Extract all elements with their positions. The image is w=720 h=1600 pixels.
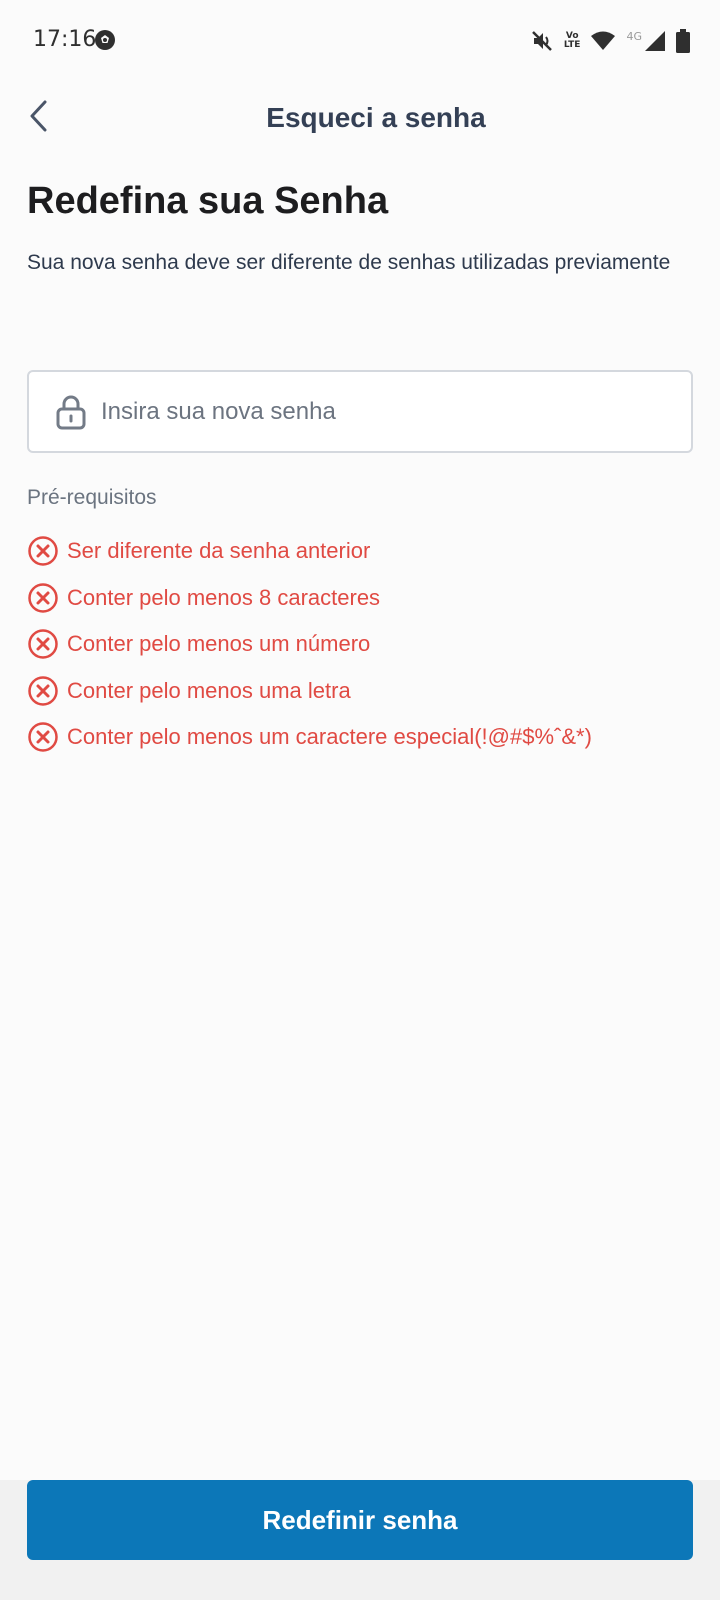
requirement-item: Conter pelo menos um caractere especial(… [27,714,592,761]
lock-icon [55,394,87,430]
volte-indicator: Vo LTE [564,32,581,50]
requirement-label: Conter pelo menos 8 caracteres [67,584,381,610]
mute-icon [530,30,554,52]
requirement-item: Conter pelo menos um número [27,621,592,668]
new-password-input[interactable] [99,396,663,427]
reset-password-button[interactable]: Redefinir senha [27,1480,693,1560]
x-circle-icon [27,582,59,614]
requirement-item: Conter pelo menos uma letra [27,668,592,715]
volte-bottom-label: LTE [563,40,581,50]
page-title: Redefina sua Senha [27,180,389,222]
x-circle-icon [27,628,59,660]
requirements-title: Pré-requisitos [27,486,157,509]
x-circle-icon [27,535,59,567]
x-circle-icon [27,675,59,707]
requirement-label: Conter pelo menos um caractere especial(… [67,724,592,750]
battery-icon [676,29,690,53]
network-type-label: 4G [626,29,642,43]
requirement-label: Conter pelo menos uma letra [67,677,351,703]
status-time: 17:16 [33,27,97,52]
requirement-item: Conter pelo menos 8 caracteres [27,575,592,622]
new-password-field[interactable] [27,370,693,453]
requirement-item: Ser diferente da senha anterior [27,528,592,575]
status-bar: 17:16 Vo LTE 4G [0,0,720,80]
header-title: Esqueci a senha [266,102,486,133]
requirement-label: Conter pelo menos um número [67,631,371,657]
wifi-icon [590,31,616,51]
page-subtitle: Sua nova senha deve ser diferente de sen… [27,251,671,274]
signal-icon [644,30,666,52]
requirements-list: Ser diferente da senha anterior Conter p… [27,528,592,761]
x-circle-icon [27,721,59,753]
soccer-ball-icon [94,29,116,51]
requirement-label: Ser diferente da senha anterior [67,538,371,564]
